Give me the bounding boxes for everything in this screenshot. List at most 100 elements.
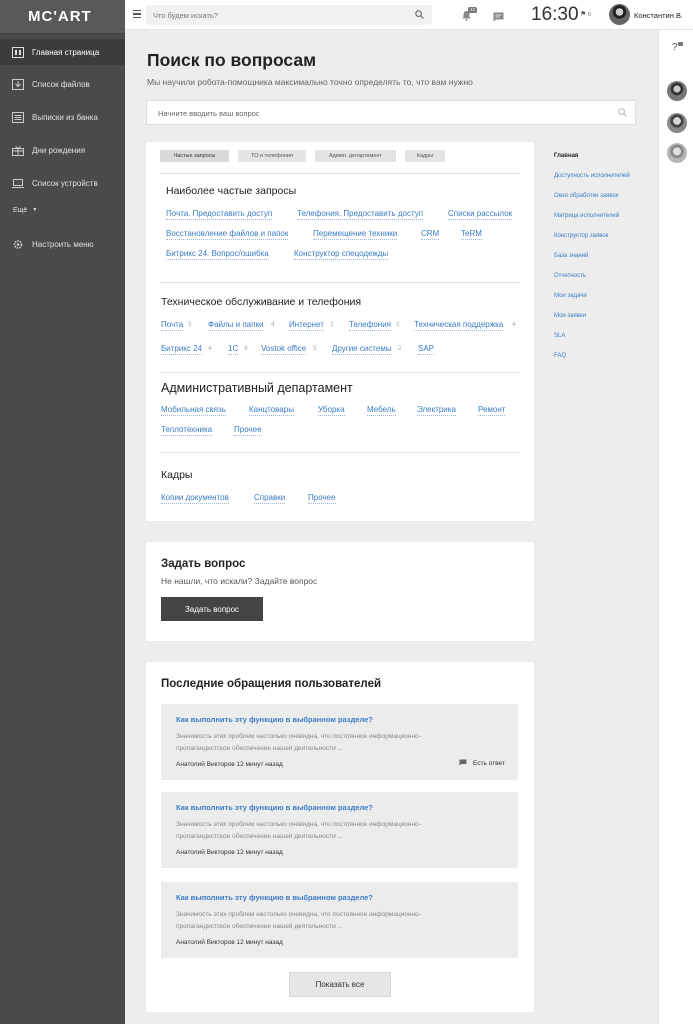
comment-icon: [459, 759, 467, 768]
link-count: 2: [330, 321, 334, 328]
link[interactable]: Справки: [254, 492, 286, 504]
list-item[interactable]: Как выполнить эту функцию в выбранном ра…: [161, 882, 518, 958]
link[interactable]: Теплотехника: [161, 424, 213, 436]
categories-card: Частые запросы ТО и телефония Админ. деп…: [146, 142, 534, 521]
user-avatar[interactable]: [609, 4, 630, 25]
right-nav-item[interactable]: Доступность исполнителей: [554, 173, 630, 179]
link[interactable]: Почта. Предоставить доступ: [166, 208, 273, 220]
menu-icon[interactable]: [133, 10, 141, 18]
chat-icon[interactable]: [493, 9, 504, 27]
sidebar: MC'ART Главная страница Список файлов Вы…: [0, 0, 125, 1024]
sidebar-item-devices[interactable]: Список устройств: [0, 170, 125, 196]
link[interactable]: 1С: [228, 343, 239, 355]
main-content: Поиск по вопросам Мы научили робота-помо…: [125, 30, 658, 1024]
document-icon: [12, 111, 24, 123]
link[interactable]: Телефония: [349, 319, 391, 331]
link-count: 4: [271, 321, 275, 328]
right-nav-item[interactable]: База знаний: [554, 253, 588, 259]
clock-time: 16:30: [531, 4, 579, 25]
divider: [160, 282, 520, 283]
link[interactable]: CRM: [421, 228, 440, 240]
right-nav-item[interactable]: Матрица исполнителей: [554, 213, 619, 219]
request-question[interactable]: Как выполнить эту функцию в выбранном ра…: [176, 893, 373, 902]
contact-avatar[interactable]: [667, 143, 687, 163]
link[interactable]: Почта: [161, 319, 184, 331]
global-search-input[interactable]: Что будем искать?: [146, 5, 432, 25]
link[interactable]: Уборка: [318, 404, 345, 416]
sidebar-configure-label: Настроить меню: [32, 239, 94, 249]
link[interactable]: Ремонт: [478, 404, 506, 416]
ask-question-button[interactable]: Задать вопрос: [161, 597, 263, 621]
right-nav-item[interactable]: Отчетность: [554, 273, 586, 279]
link[interactable]: Телефония. Предоставить доступ: [297, 208, 424, 220]
link[interactable]: Техническая поддержка: [414, 319, 504, 331]
request-question[interactable]: Как выполнить эту функцию в выбранном ра…: [176, 715, 373, 724]
logo[interactable]: MC'ART: [28, 8, 92, 25]
link[interactable]: Прочее: [308, 492, 336, 504]
search-icon[interactable]: [618, 108, 627, 119]
link[interactable]: TeRM: [461, 228, 482, 240]
help-icon[interactable]: ?: [672, 42, 678, 53]
tab-admin[interactable]: Админ. департамент: [315, 150, 396, 162]
tab-tech[interactable]: ТО и телефония: [238, 150, 306, 162]
link[interactable]: Конструктор спецодежды: [294, 248, 389, 260]
link[interactable]: Восстановление файлов и папок: [166, 228, 289, 240]
sidebar-more[interactable]: Ещё ▼: [0, 197, 125, 223]
link[interactable]: SAP: [418, 343, 435, 355]
divider: [160, 372, 520, 373]
sidebar-item-label: Дни рождения: [32, 145, 86, 155]
divider: [160, 452, 520, 453]
sidebar-item-label: Список устройств: [32, 178, 98, 188]
right-nav-item[interactable]: Окно обработки заявок: [554, 193, 619, 199]
chevron-down-icon: ▼: [32, 207, 38, 213]
right-nav-item[interactable]: Главная: [554, 153, 578, 159]
link[interactable]: Vostok office: [261, 343, 307, 355]
link[interactable]: Перемещение техники: [313, 228, 398, 240]
sidebar-configure[interactable]: Настроить меню: [0, 231, 125, 257]
right-nav-item[interactable]: Конструктор заявок: [554, 233, 608, 239]
link[interactable]: Другие системы: [332, 343, 392, 355]
sidebar-item-files[interactable]: Список файлов: [0, 71, 125, 97]
answer-status[interactable]: Есть ответ: [459, 759, 505, 768]
link[interactable]: Копии документов: [161, 492, 229, 504]
link[interactable]: Мобильная связь: [161, 404, 226, 416]
link[interactable]: Битрикс 24: [161, 343, 203, 355]
contact-avatar[interactable]: [667, 113, 687, 133]
user-name[interactable]: Константин В.: [634, 11, 683, 20]
tab-frequent[interactable]: Частые запросы: [160, 150, 229, 162]
section-title-admin: Административный департамент: [161, 381, 353, 395]
tab-hr[interactable]: Кадры: [405, 150, 445, 162]
link[interactable]: Мебель: [367, 404, 396, 416]
contact-avatar[interactable]: [667, 81, 687, 101]
ask-subtitle: Не нашли, что искали? Задайте вопрос: [161, 576, 318, 586]
link[interactable]: Канцтовары: [249, 404, 294, 416]
show-all-button[interactable]: Показать все: [289, 972, 391, 997]
gear-icon: [12, 239, 24, 250]
right-nav-item[interactable]: FAQ: [554, 353, 566, 359]
link[interactable]: Битрикс 24. Вопрос/ошибка: [166, 248, 269, 260]
list-item[interactable]: Как выполнить эту функцию в выбранном ра…: [161, 792, 518, 868]
topbar: Что будем искать? 12 16:30 ⚑ 0 Константи…: [125, 0, 693, 30]
link[interactable]: Интернет: [289, 319, 324, 331]
list-item[interactable]: Как выполнить эту функцию в выбранном ра…: [161, 704, 518, 780]
search-icon[interactable]: [415, 10, 424, 21]
page-title: Поиск по вопросам: [147, 50, 317, 70]
link[interactable]: Файлы и папки: [208, 319, 264, 331]
link-count: 4: [208, 345, 212, 352]
ask-title: Задать вопрос: [161, 558, 246, 570]
divider: [160, 173, 520, 174]
sidebar-item-home[interactable]: Главная страница: [0, 39, 125, 65]
section-title-frequent: Наиболее частые запросы: [166, 185, 297, 197]
right-nav-item[interactable]: Мои задачи: [554, 293, 587, 299]
link[interactable]: Списки рассылок: [448, 208, 513, 220]
right-nav-item[interactable]: Мои заявки: [554, 313, 586, 319]
flag-icon[interactable]: ⚑: [580, 10, 586, 18]
link[interactable]: Прочее: [234, 424, 262, 436]
question-search-input[interactable]: Начните вводить ваш вопрос: [146, 100, 636, 125]
sidebar-item-birthdays[interactable]: Дни рождения: [0, 137, 125, 163]
sidebar-item-label: Выписки из банка: [32, 112, 98, 122]
right-nav-item[interactable]: SLA: [554, 333, 565, 339]
request-question[interactable]: Как выполнить эту функцию в выбранном ра…: [176, 803, 373, 812]
link[interactable]: Электрика: [417, 404, 456, 416]
sidebar-item-bank[interactable]: Выписки из банка: [0, 104, 125, 130]
